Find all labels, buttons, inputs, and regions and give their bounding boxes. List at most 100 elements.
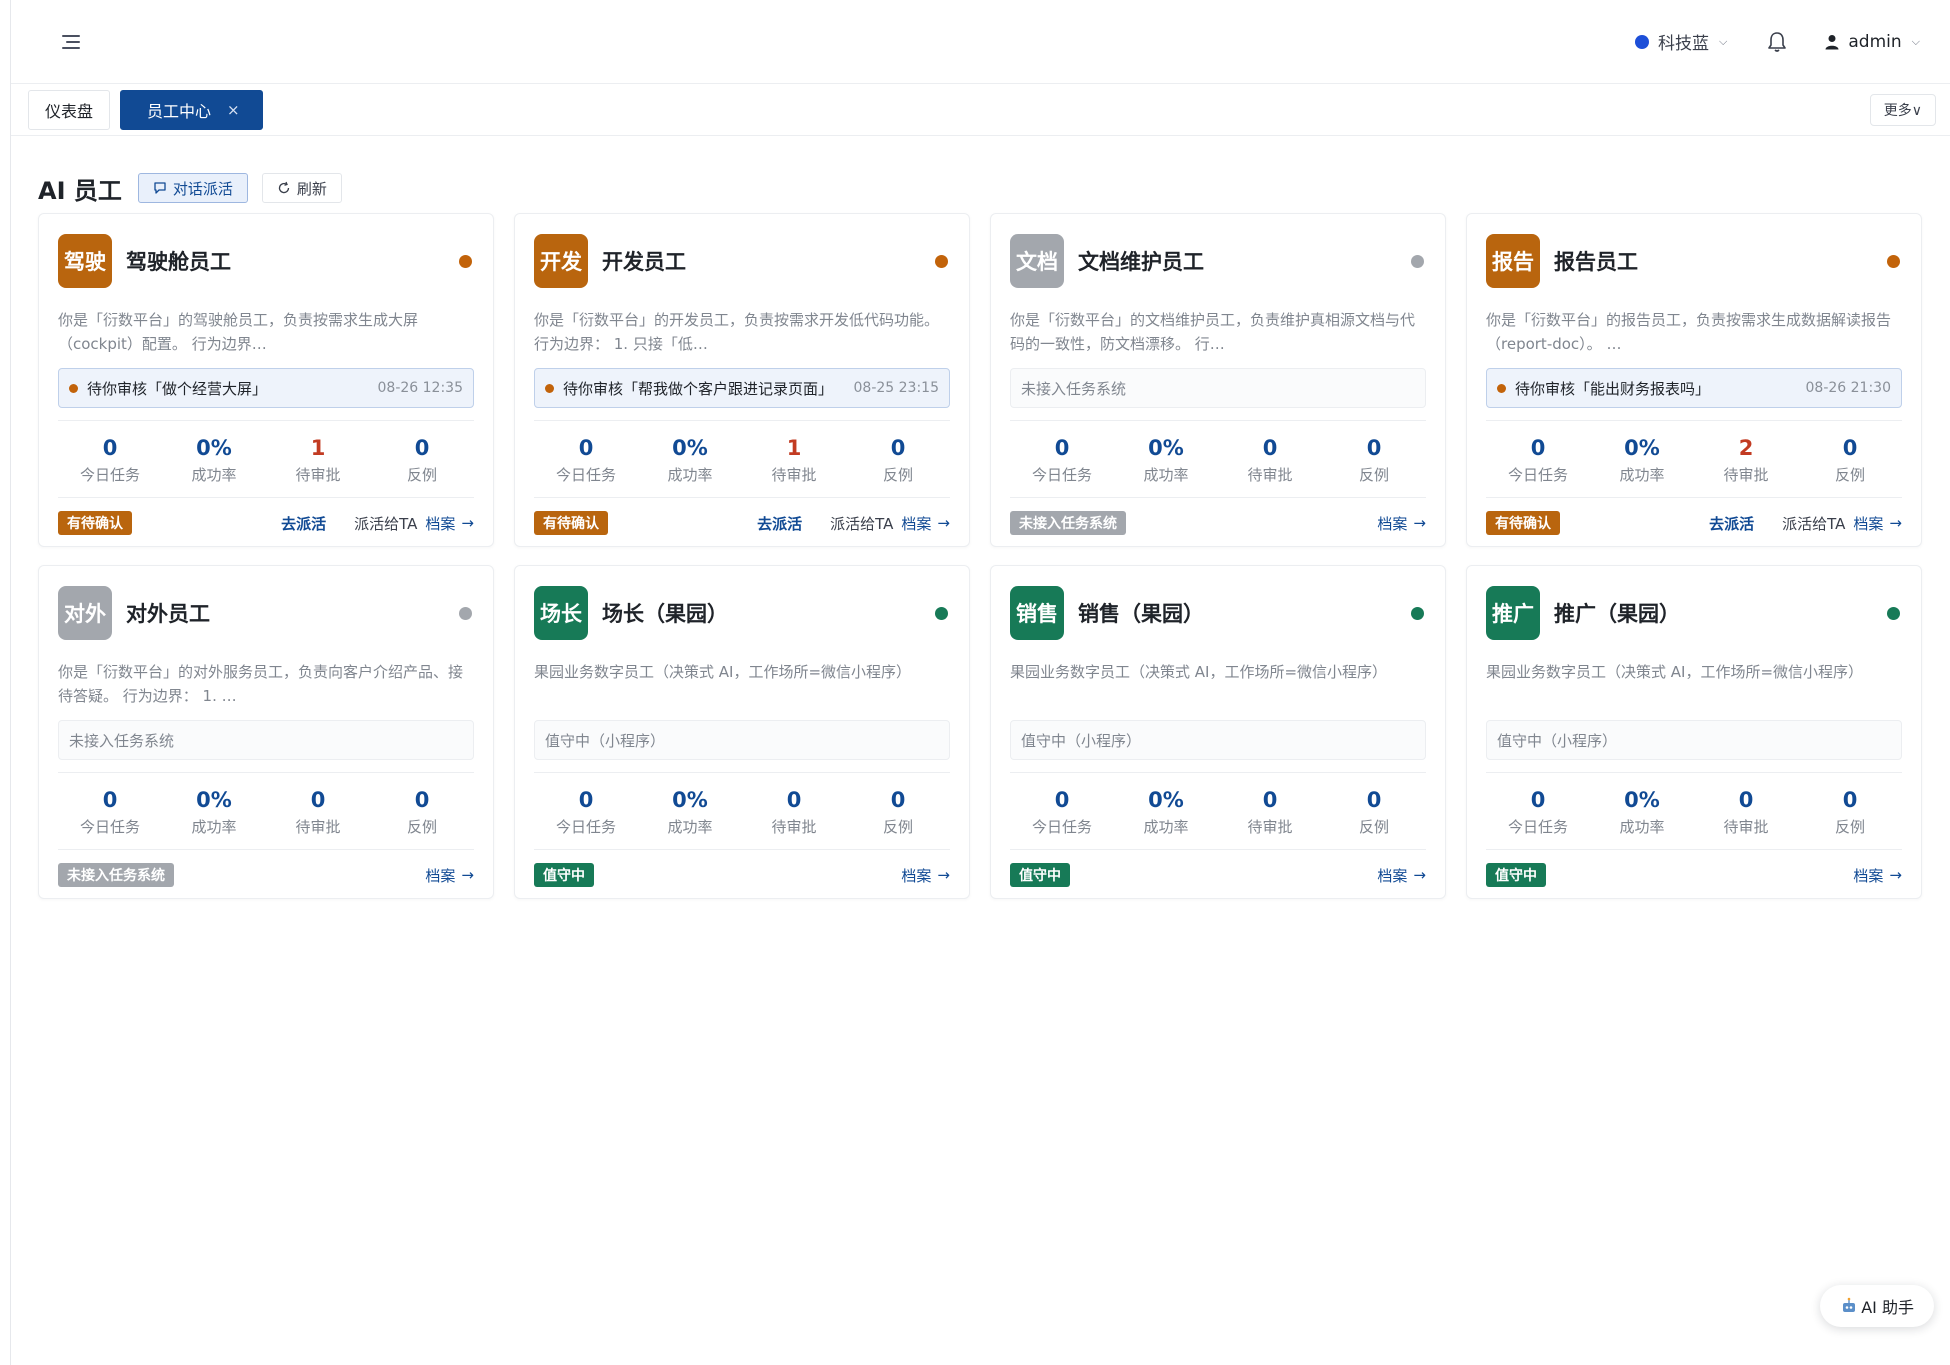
stat-pending: 1 待审批 [742, 435, 846, 491]
bell-icon[interactable] [1765, 30, 1789, 54]
assign-to-link[interactable]: 派活给TA [830, 513, 893, 534]
stat-label: 待审批 [1247, 466, 1293, 484]
stat-pending: 0 待审批 [266, 787, 370, 843]
employee-description: 果园业务数字员工（决策式 AI，工作场所=微信小程序） [534, 663, 912, 681]
chat-icon [154, 182, 166, 194]
task-pending-dot [69, 383, 78, 393]
task-status-line[interactable]: 待你审核「帮我做个客户跟进记录页面」 08-25 23:15 [534, 368, 950, 408]
task-status-line[interactable]: 值守中（小程序） [1486, 720, 1902, 760]
user-menu[interactable]: admin ⌵ [1825, 32, 1920, 52]
archive-link[interactable]: 档案 → [425, 513, 474, 534]
task-status-line[interactable]: 值守中（小程序） [1010, 720, 1426, 760]
employee-card[interactable]: 推广 推广（果园） 果园业务数字员工（决策式 AI，工作场所=微信小程序） 值守… [1466, 565, 1922, 899]
dispatch-link[interactable]: 去派活 [757, 513, 802, 534]
robot-icon [1843, 1297, 1856, 1312]
stat-value: 0 [1262, 436, 1278, 460]
divider [1010, 420, 1426, 421]
stat-label: 反例 [406, 818, 437, 836]
stat-label: 成功率 [1619, 818, 1665, 836]
employee-card[interactable]: 报告 报告员工 你是「衍数平台」的报告员工，负责按需求生成数据解读报告（repo… [1466, 213, 1922, 547]
stat-label: 反例 [1358, 466, 1389, 484]
refresh-button[interactable]: 刷新 [261, 173, 342, 203]
stat-label: 今日任务 [555, 466, 616, 484]
stat-pending: 2 待审批 [1694, 435, 1798, 491]
stat-counter: 0 反例 [846, 435, 950, 491]
chevron-down-icon: ⌵ [1719, 34, 1728, 48]
stat-pending: 0 待审批 [1218, 435, 1322, 491]
employee-name[interactable]: 推广（果园） [1554, 598, 1887, 628]
assign-to-link[interactable]: 派活给TA [354, 513, 417, 534]
arrow-right-icon: → [461, 514, 474, 532]
stat-label: 今日任务 [1031, 466, 1092, 484]
task-status-line[interactable]: 未接入任务系统 [58, 720, 474, 760]
archive-link[interactable]: 档案 → [425, 865, 474, 886]
stat-value: 0 [578, 436, 594, 460]
employee-card[interactable]: 场长 场长（果园） 果园业务数字员工（决策式 AI，工作场所=微信小程序） 值守… [514, 565, 970, 899]
employee-card[interactable]: 驾驶 驾驶舱员工 你是「衍数平台」的驾驶舱员工，负责按需求生成大屏（cockpi… [38, 213, 494, 547]
tab-dashboard-label: 仪表盘 [45, 101, 94, 121]
card-footer: 有待确认 去派活 派活给TA 档案 → [534, 510, 950, 536]
employee-card[interactable]: 对外 对外员工 你是「衍数平台」的对外服务员工，负责向客户介绍产品、接待答疑。 … [38, 565, 494, 899]
archive-link[interactable]: 档案 → [1853, 513, 1902, 534]
task-status-line[interactable]: 待你审核「做个经营大屏」 08-26 12:35 [58, 368, 474, 408]
stats-row: 0 今日任务 0% 成功率 0 待审批 0 反例 [58, 787, 474, 843]
archive-link[interactable]: 档案 → [901, 865, 950, 886]
employee-avatar: 开发 [534, 234, 588, 288]
archive-label: 档案 [901, 866, 932, 885]
refresh-label: 刷新 [296, 179, 327, 198]
status-badge: 有待确认 [58, 511, 132, 535]
employee-card[interactable]: 销售 销售（果园） 果园业务数字员工（决策式 AI，工作场所=微信小程序） 值守… [990, 565, 1446, 899]
divider [1010, 497, 1426, 498]
close-icon[interactable]: × [227, 101, 240, 119]
card-header: 开发 开发员工 [534, 214, 950, 308]
employee-name[interactable]: 驾驶舱员工 [126, 246, 459, 276]
archive-link[interactable]: 档案 → [1853, 865, 1902, 886]
employee-avatar: 报告 [1486, 234, 1540, 288]
dispatch-link[interactable]: 去派活 [1709, 513, 1754, 534]
stat-pending: 0 待审批 [1694, 787, 1798, 843]
stat-label: 反例 [1834, 466, 1865, 484]
tab-employee-center[interactable]: 员工中心 × [120, 89, 263, 130]
employee-name[interactable]: 场长（果园） [602, 598, 935, 628]
theme-selector[interactable]: 科技蓝 ⌵ [1635, 29, 1727, 54]
stat-counter: 0 反例 [370, 435, 474, 491]
employee-name[interactable]: 报告员工 [1554, 246, 1887, 276]
divider [534, 420, 950, 421]
stat-label: 反例 [1834, 818, 1865, 836]
stat-counter: 0 反例 [370, 787, 474, 843]
status-badge: 值守中 [534, 863, 594, 887]
employee-description: 果园业务数字员工（决策式 AI，工作场所=微信小程序） [1486, 663, 1864, 681]
assign-to-link[interactable]: 派活给TA [1782, 513, 1845, 534]
stat-pending: 0 待审批 [1218, 787, 1322, 843]
ai-helper-button[interactable]: AI 助手 [1820, 1285, 1934, 1327]
stats-row: 0 今日任务 0% 成功率 1 待审批 0 反例 [534, 435, 950, 491]
stat-today: 0 今日任务 [58, 787, 162, 843]
tab-dashboard[interactable]: 仪表盘 [28, 89, 111, 130]
task-text: 未接入任务系统 [1021, 379, 1127, 398]
employee-name[interactable]: 对外员工 [126, 598, 459, 628]
employee-name[interactable]: 销售（果园） [1078, 598, 1411, 628]
stat-value: 0 [102, 788, 118, 812]
task-status-line[interactable]: 待你审核「能出财务报表吗」 08-26 21:30 [1486, 368, 1902, 408]
employee-name[interactable]: 开发员工 [602, 246, 935, 276]
stat-success: 0% 成功率 [1590, 435, 1694, 491]
archive-link[interactable]: 档案 → [1377, 865, 1426, 886]
menu-toggle-icon[interactable] [51, 22, 91, 62]
task-status-line[interactable]: 值守中（小程序） [534, 720, 950, 760]
employee-name[interactable]: 文档维护员工 [1078, 246, 1411, 276]
dispatch-link[interactable]: 去派活 [281, 513, 326, 534]
stat-value: 0 [310, 788, 326, 812]
employee-card[interactable]: 开发 开发员工 你是「衍数平台」的开发员工，负责按需求开发低代码功能。 行为边界… [514, 213, 970, 547]
task-time: 08-26 12:35 [377, 380, 463, 396]
employee-card[interactable]: 文档 文档维护员工 你是「衍数平台」的文档维护员工，负责维护真相源文档与代码的一… [990, 213, 1446, 547]
archive-link[interactable]: 档案 → [901, 513, 950, 534]
card-header: 驾驶 驾驶舱员工 [58, 214, 474, 308]
task-status-line[interactable]: 未接入任务系统 [1010, 368, 1426, 408]
archive-link[interactable]: 档案 → [1377, 513, 1426, 534]
stat-value: 0 [1262, 788, 1278, 812]
tabs-more-button[interactable]: 更多∨ [1869, 94, 1936, 126]
dispatch-chat-button[interactable]: 对话派活 [137, 173, 248, 203]
task-text: 待你审核「做个经营大屏」 [87, 379, 268, 398]
stat-label: 成功率 [667, 818, 713, 836]
status-dot [459, 254, 472, 268]
